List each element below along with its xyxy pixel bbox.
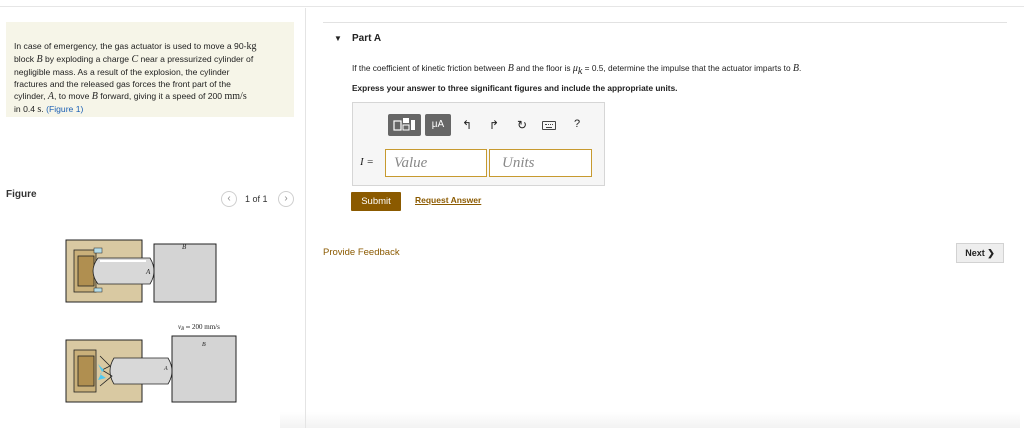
label-vb: vB <box>178 323 184 332</box>
figure-after-explosion <box>65 335 237 403</box>
units-button[interactable]: μA <box>425 114 451 136</box>
label-b-top: B <box>182 243 187 251</box>
bottom-scroll-shadow <box>280 412 1020 428</box>
units-input[interactable]: Units <box>489 149 592 177</box>
problem-statement: In case of emergency, the gas actuator i… <box>6 22 294 117</box>
chevron-right-icon: › <box>284 193 288 204</box>
submit-button[interactable]: Submit <box>351 192 401 211</box>
template-icon <box>393 118 415 131</box>
label-a-bottom: A <box>163 366 168 372</box>
next-button[interactable]: Next ❯ <box>956 243 1004 263</box>
collapse-caret-icon[interactable]: ▼ <box>334 34 342 43</box>
keyboard-icon[interactable] <box>542 121 556 130</box>
reset-icon[interactable]: ↻ <box>515 118 529 132</box>
value-input[interactable]: Value <box>385 149 487 177</box>
question-text: If the coefficient of kinetic friction b… <box>352 63 802 77</box>
next-figure-button[interactable]: › <box>278 191 294 207</box>
top-divider <box>0 6 1024 7</box>
prev-figure-button[interactable]: ‹ <box>221 191 237 207</box>
figure-before-explosion <box>65 239 217 303</box>
help-button[interactable]: ? <box>570 118 584 130</box>
column-divider <box>305 8 306 428</box>
provide-feedback-link[interactable]: Provide Feedback <box>323 247 400 258</box>
undo-icon[interactable]: ↰ <box>460 118 474 132</box>
answer-instruction: Express your answer to three significant… <box>352 83 678 93</box>
redo-icon[interactable]: ↱ <box>487 118 501 132</box>
variable-label: I = <box>360 156 374 168</box>
label-vb-subscript: B <box>181 327 184 332</box>
figure-page-count: 1 of 1 <box>245 194 268 204</box>
label-a-top: A <box>145 268 151 276</box>
label-speed: 200 mm/s <box>192 323 220 331</box>
template-button[interactable] <box>388 114 421 136</box>
chevron-left-icon: ‹ <box>227 193 231 204</box>
figure-title: Figure <box>6 189 37 200</box>
part-a-divider <box>323 22 1007 23</box>
label-b-bottom: B <box>202 342 206 348</box>
part-a-title[interactable]: Part A <box>352 33 381 44</box>
request-answer-link[interactable]: Request Answer <box>415 195 481 205</box>
figure-illustration: B A vB 200 mm/s B A <box>65 239 237 403</box>
